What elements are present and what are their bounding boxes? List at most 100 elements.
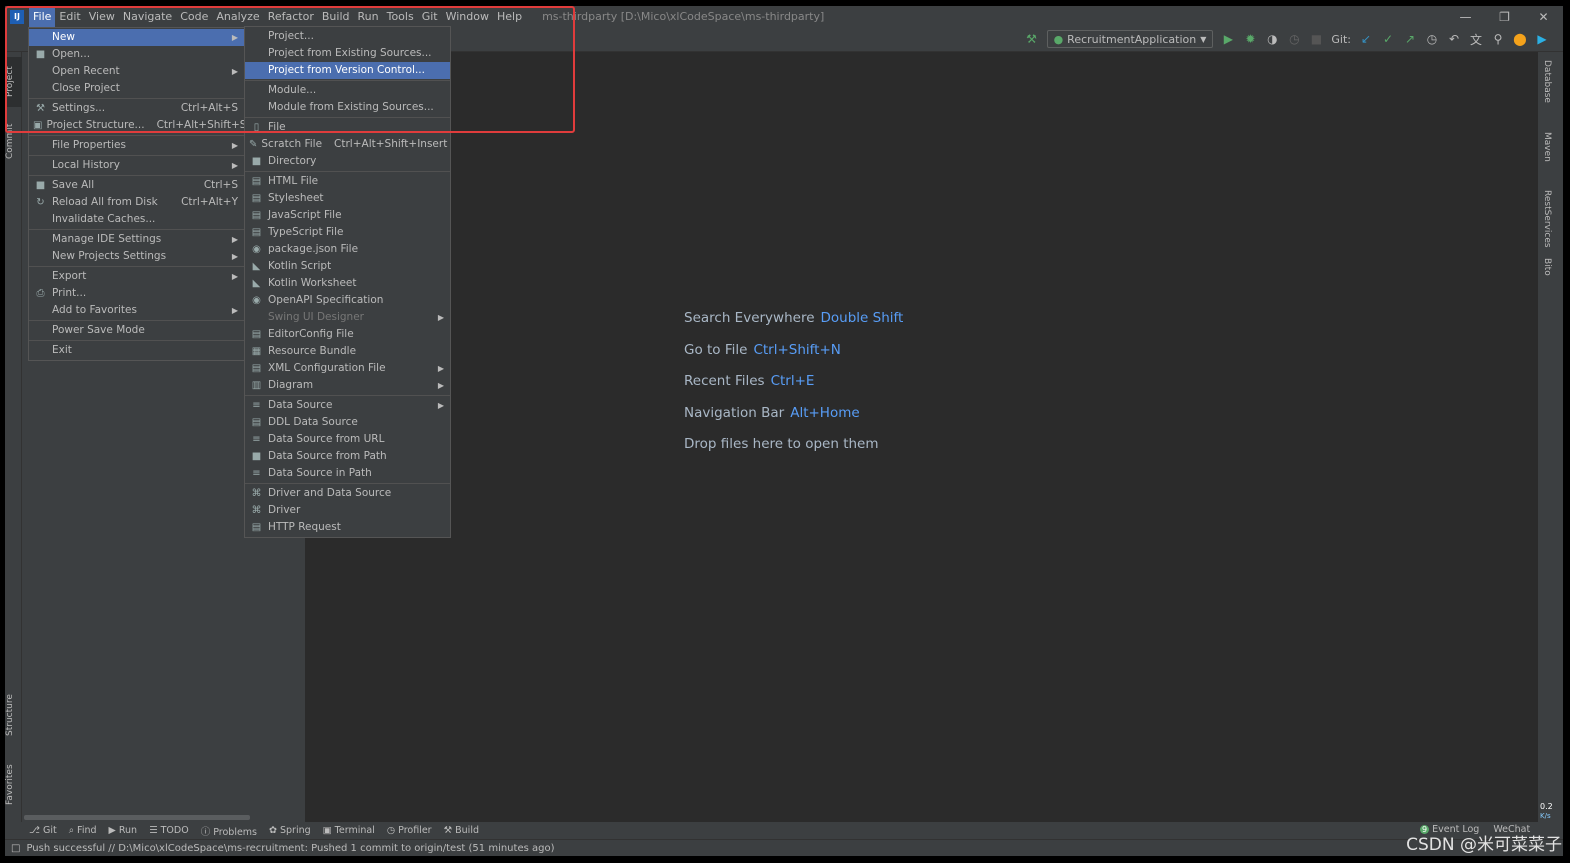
translate-icon[interactable]: 文 [1469,31,1483,48]
menu-item-manage-ide-settings[interactable]: Manage IDE Settings ▶ [29,231,244,248]
menu-item-open-recent[interactable]: Open Recent ▶ [29,63,244,80]
menu-code[interactable]: Code [176,6,212,27]
menu-build[interactable]: Build [318,6,354,27]
menu-help[interactable]: Help [493,6,526,27]
menu-navigate[interactable]: Navigate [119,6,176,27]
menu-item-package-json-file[interactable]: ◉ package.json File [245,241,450,258]
menu-item-project-from-existing-sources[interactable]: Project from Existing Sources... [245,45,450,62]
menu-item-module-from-existing-sources[interactable]: Module from Existing Sources... [245,99,450,116]
menu-item-html-file[interactable]: ▤ HTML File [245,173,450,190]
menu-item-close-project[interactable]: Close Project [29,80,244,97]
tool-window-git[interactable]: ⎇ Git [29,825,57,836]
menu-item-project-from-version-control[interactable]: Project from Version Control... [245,62,450,79]
minimize-icon[interactable]: — [1446,10,1485,24]
menu-item-print[interactable]: ⎙ Print... [29,285,244,302]
menu-item-settings[interactable]: ⚒ Settings... Ctrl+Alt+S [29,100,244,117]
git-commit-icon[interactable]: ✓ [1381,32,1395,46]
menu-item-file-properties[interactable]: File Properties ▶ [29,137,244,154]
history-icon[interactable]: ◷ [1425,32,1439,46]
tool-window-build[interactable]: ⚒ Build [444,825,479,836]
menu-item-openapi-specification[interactable]: ◉ OpenAPI Specification [245,292,450,309]
profile-icon[interactable]: ◷ [1287,32,1301,46]
tool-window-todo[interactable]: ☰ TODO [149,825,189,836]
menu-item-stylesheet[interactable]: ▤ Stylesheet [245,190,450,207]
menu-item-project[interactable]: Project... [245,28,450,45]
tool-window-problems[interactable]: ⓘ Problems [201,824,257,838]
menu-item-directory[interactable]: ■ Directory [245,153,450,170]
tab-structure[interactable]: Structure [5,687,22,743]
plugin-icon[interactable]: ▶ [1535,32,1549,46]
menu-window[interactable]: Window [442,6,493,27]
menu-item-exit[interactable]: Exit [29,342,244,359]
menu-item-new-projects-settings[interactable]: New Projects Settings ▶ [29,248,244,265]
menu-item-save-all[interactable]: ■ Save All Ctrl+S [29,177,244,194]
menu-item-add-to-favorites[interactable]: Add to Favorites ▶ [29,302,244,319]
menu-refactor[interactable]: Refactor [264,6,318,27]
run-configuration-select[interactable]: ● RecruitmentApplication ▼ [1046,30,1214,48]
menu-item-export[interactable]: Export ▶ [29,268,244,285]
coverage-icon[interactable]: ◑ [1265,32,1279,46]
git-update-icon[interactable]: ↙ [1359,32,1373,46]
menu-item-kotlin-worksheet[interactable]: ◣ Kotlin Worksheet [245,275,450,292]
menu-item-driver[interactable]: ⌘ Driver [245,502,450,519]
menu-item-scratch-file[interactable]: ✎ Scratch File Ctrl+Alt+Shift+Insert [245,136,450,153]
menu-item-driver-and-data-source[interactable]: ⌘ Driver and Data Source [245,485,450,502]
restore-icon[interactable]: ❐ [1485,10,1524,24]
tool-window-terminal[interactable]: ▣ Terminal [323,825,375,836]
tab-maven[interactable]: Maven [1542,132,1552,162]
tool-window-label: Profiler [398,825,432,836]
menu-analyze[interactable]: Analyze [212,6,263,27]
tab-bito[interactable]: Bito [1542,258,1552,276]
menu-item-http-request[interactable]: ▤ HTTP Request [245,519,450,536]
tab-commit[interactable]: Commit [5,116,22,166]
debug-icon[interactable]: ✹ [1243,32,1257,46]
menu-item-data-source-in-path[interactable]: ≡ Data Source in Path [245,465,450,482]
menu-item-editorconfig-file[interactable]: ▤ EditorConfig File [245,326,450,343]
menu-run[interactable]: Run [354,6,383,27]
update-icon[interactable]: ⬤ [1513,32,1527,46]
tool-window-find[interactable]: ⌕ Find [69,825,97,836]
search-icon[interactable]: ⚲ [1491,32,1505,46]
menu-item-data-source[interactable]: ≡ Data Source ▶ [245,397,450,414]
menu-item-invalidate-caches[interactable]: Invalidate Caches... [29,211,244,228]
tab-database[interactable]: Database [1542,60,1552,103]
horizontal-scrollbar[interactable] [24,815,250,820]
tool-window-profiler[interactable]: ◷ Profiler [387,825,432,836]
rollback-icon[interactable]: ↶ [1447,32,1461,46]
menu-item-project-structure[interactable]: ▣ Project Structure... Ctrl+Alt+Shift+S [29,117,246,134]
menu-item-data-source-from-path[interactable]: ■ Data Source from Path [245,448,450,465]
menu-view[interactable]: View [85,6,119,27]
menu-item-power-save-mode[interactable]: Power Save Mode [29,322,244,339]
stop-icon[interactable]: ■ [1309,32,1323,46]
menu-file[interactable]: File [29,6,56,27]
menu-item-reload-all-from-disk[interactable]: ↻ Reload All from Disk Ctrl+Alt+Y [29,194,244,211]
menu-item-xml-configuration-file[interactable]: ▤ XML Configuration File ▶ [245,360,450,377]
menu-item-kotlin-script[interactable]: ◣ Kotlin Script [245,258,450,275]
menu-edit[interactable]: Edit [55,6,84,27]
menu-item-file[interactable]: ▯ File [245,119,450,136]
menu-tools[interactable]: Tools [383,6,418,27]
menu-git[interactable]: Git [418,6,442,27]
close-icon[interactable]: ✕ [1524,10,1563,24]
run-icon[interactable]: ▶ [1221,32,1235,46]
menu-item-javascript-file[interactable]: ▤ JavaScript File [245,207,450,224]
menu-item-data-source-from-url[interactable]: ≡ Data Source from URL [245,431,450,448]
menu-item-ddl-data-source[interactable]: ▤ DDL Data Source [245,414,450,431]
menu-item-new[interactable]: New ▶ [29,29,244,46]
git-push-icon[interactable]: ↗ [1403,32,1417,46]
tab-restservices[interactable]: RestServices [1542,190,1552,248]
menu-item-diagram[interactable]: ▥ Diagram ▶ [245,377,450,394]
tool-window-spring[interactable]: ✿ Spring [269,825,311,836]
menu-item-typescript-file[interactable]: ▤ TypeScript File [245,224,450,241]
build-hammer-icon[interactable]: ⚒ [1025,32,1039,46]
menu-item-module[interactable]: Module... [245,82,450,99]
tool-window-run[interactable]: ▶ Run [109,825,138,836]
menu-item-local-history[interactable]: Local History ▶ [29,157,244,174]
menu-item-resource-bundle[interactable]: ▦ Resource Bundle [245,343,450,360]
tab-project[interactable]: Project [5,57,22,107]
status-message[interactable]: Push successful // D:\Mico\xlCodeSpace\m… [26,843,554,854]
tab-favorites[interactable]: Favorites [5,757,22,813]
terminal-icon: ▣ [322,825,335,836]
menu-item-swing-ui-designer[interactable]: Swing UI Designer ▶ [245,309,450,326]
menu-item-open[interactable]: ■ Open... [29,46,244,63]
